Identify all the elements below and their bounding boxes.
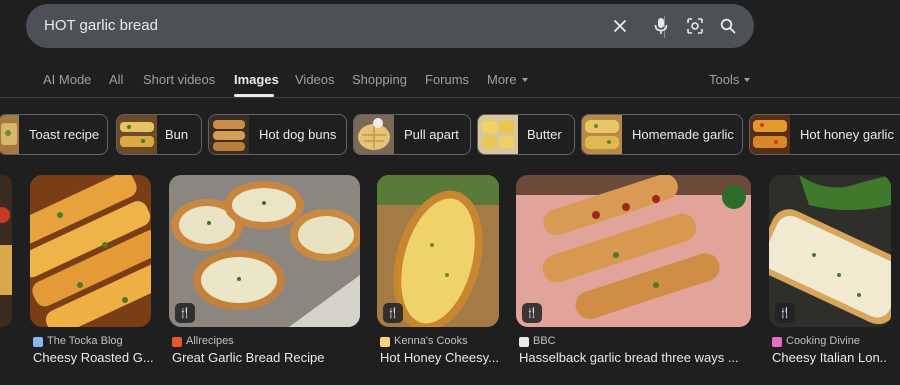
chevron-down-icon [744,78,751,82]
clear-icon[interactable] [606,12,634,40]
chip-hot-honey-garlic[interactable]: Hot honey garlic [749,114,900,155]
source-favicon [33,337,43,347]
tools-label: Tools [709,72,740,87]
tab-shopping[interactable]: Shopping [352,72,407,87]
tab-more[interactable]: More [487,72,528,87]
chip-hot-dog-buns[interactable]: Hot dog buns [208,114,347,155]
chip-thumbnail [117,115,157,154]
chip-label: Hot dog buns [259,127,337,142]
result-title[interactable]: Cheesy Roasted G... [33,350,154,365]
chip-label: Toast recipe [29,127,100,142]
result-title[interactable]: Great Garlic Bread Recipe [172,350,363,365]
chip-label: Homemade garlic [632,127,734,142]
search-input[interactable]: HOT garlic bread [44,17,158,34]
chip-thumbnail [354,115,394,154]
result-title[interactable]: Hasselback garlic bread three ways ... [519,350,754,365]
chip-label: Butter [527,127,562,142]
source-favicon [519,337,529,347]
result-source: Kenna's Cooks [394,335,468,347]
tab-forums[interactable]: Forums [425,72,469,87]
source-favicon [772,337,782,347]
result-image [30,175,151,327]
search-icon[interactable] [714,12,742,40]
chip-label: Pull apart [404,127,459,142]
chip-thumbnail [0,115,19,154]
recipe-badge-icon: 🍴 [175,303,195,323]
active-tab-indicator [234,94,274,97]
chip-label: Bun [165,127,189,142]
result-image [0,175,12,327]
search-tabs: AI Mode All Short videos Images Videos S… [0,68,900,98]
recipe-badge-icon: 🍴 [522,303,542,323]
tab-images[interactable]: Images [234,72,279,87]
source-favicon [172,337,182,347]
result-title[interactable]: Cheesy Italian Lon... [772,350,887,365]
chip-thumbnail [582,115,622,154]
recipe-badge-icon: 🍴 [383,303,403,323]
search-bar[interactable]: HOT garlic bread [26,4,754,48]
chip-bun[interactable]: Bun [116,114,202,155]
chip-thumbnail [209,115,249,154]
tab-ai-mode[interactable]: AI Mode [43,72,91,87]
result-image [516,175,751,327]
chip-homemade-garlic[interactable]: Homemade garlic [581,114,743,155]
chevron-down-icon [521,78,528,82]
chip-thumbnail [478,115,518,154]
tab-short-videos[interactable]: Short videos [143,72,215,87]
chip-toast-recipe[interactable]: Toast recipe [0,114,108,155]
result-source: BBC [533,335,556,347]
result-source: Allrecipes [186,335,234,347]
chip-label: Hot honey garlic [800,127,894,142]
recipe-badge-icon: 🍴 [775,303,795,323]
chip-pull-apart[interactable]: Pull apart [353,114,471,155]
tab-videos[interactable]: Videos [295,72,335,87]
chip-butter[interactable]: Butter [477,114,575,155]
tab-more-label: More [487,72,517,87]
result-source: Cooking Divine [786,335,860,347]
result-image [169,175,360,327]
microphone-icon[interactable] [647,12,675,40]
result-title[interactable]: Hot Honey Cheesy... [380,350,502,365]
lens-camera-icon[interactable] [681,12,709,40]
tools-button[interactable]: Tools [709,72,751,87]
result-source: The Tocka Blog [47,335,123,347]
chip-thumbnail [750,115,790,154]
source-favicon [380,337,390,347]
tab-all[interactable]: All [109,72,123,87]
